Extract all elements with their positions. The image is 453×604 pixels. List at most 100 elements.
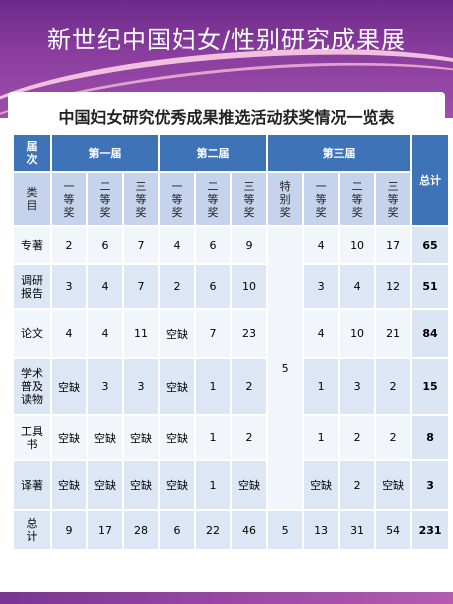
award-level-header: 一等奖: [302, 171, 341, 227]
row-category-label: 专著: [21, 238, 43, 252]
award-level-label: 二等奖: [99, 179, 111, 219]
totals-cell: 28: [121, 509, 161, 551]
row-total: 15: [410, 357, 451, 416]
grand-total: 231: [410, 509, 451, 551]
totals-row: 总计 9 17 28 6 22 46 5 13 31 54 231: [12, 509, 451, 551]
table-row: 专著 2 6 7 4 6 9 5 4 10 17 65: [12, 225, 451, 511]
table-cell: 空缺: [374, 459, 413, 511]
special-award-cell: 5: [266, 225, 305, 511]
footer-bar: [0, 592, 453, 604]
award-level-label: 三等奖: [387, 179, 399, 219]
table-cell: 空缺: [158, 357, 197, 416]
table-cell: 7: [121, 225, 161, 265]
totals-cell: 54: [374, 509, 413, 551]
award-level-header: 三等奖: [374, 171, 413, 227]
totals-cell: 22: [194, 509, 233, 551]
table-cell: 3: [121, 357, 161, 416]
table-cell: 3: [302, 263, 341, 310]
edition-header: 第三届: [266, 133, 413, 173]
category-label: 类目: [26, 186, 38, 212]
award-level-header: 三等奖: [230, 171, 269, 227]
award-level-header: 特别奖: [266, 171, 305, 227]
table-cell: 23: [230, 308, 269, 359]
award-level-header: 一等奖: [158, 171, 197, 227]
row-total: 65: [410, 225, 451, 265]
award-level-label: 三等奖: [135, 179, 147, 219]
award-level-header: 三等奖: [121, 171, 161, 227]
row-category: 论文: [12, 308, 52, 359]
table-cell: 1: [302, 414, 341, 461]
row-category: 专著: [12, 225, 52, 265]
award-level-header: 二等奖: [194, 171, 233, 227]
edition-header: 第一届: [49, 133, 161, 173]
table-cell: 1: [302, 357, 341, 416]
row-category: 学术普及读物: [12, 357, 52, 416]
awards-table: 届次 第一届 第二届 第三届 总计 类目 一等奖 二等奖 三等奖 一等奖 二等奖 三等奖 特…: [12, 133, 451, 551]
table-cell: 2: [50, 225, 88, 265]
table-cell: 17: [374, 225, 413, 265]
table-cell: 空缺: [230, 459, 269, 511]
table-title: 中国妇女研究优秀成果推选活动获奖情况一览表: [58, 108, 395, 127]
totals-cell: 46: [230, 509, 269, 551]
table-cell: 1: [194, 357, 233, 416]
table-cell: 空缺: [121, 459, 161, 511]
table-cell: 7: [121, 263, 161, 310]
row-category: 工具书: [12, 414, 52, 461]
edition-header: 第二届: [158, 133, 269, 173]
table-row: 译著 空缺 空缺 空缺 空缺 1 空缺 空缺 2 空缺 3: [12, 459, 451, 511]
table-cell: 空缺: [302, 459, 341, 511]
table-cell: 7: [194, 308, 233, 359]
totals-cell: 9: [50, 509, 88, 551]
table-cell: 1: [194, 459, 233, 511]
table-cell: 4: [302, 225, 341, 265]
table-cell: 6: [194, 263, 233, 310]
row-total: 3: [410, 459, 451, 511]
table-cell: 2: [230, 357, 269, 416]
table-cell: 10: [230, 263, 269, 310]
award-level-header: 一等奖: [50, 171, 88, 227]
table-cell: 4: [86, 308, 124, 359]
award-level-label: 二等奖: [351, 179, 363, 219]
table-cell: 空缺: [50, 357, 88, 416]
table-cell: 2: [158, 263, 197, 310]
row-total: 84: [410, 308, 451, 359]
row-category-label: 工具书: [21, 424, 43, 451]
table-cell: 空缺: [86, 414, 124, 461]
row-category-label: 学术普及读物: [21, 367, 43, 406]
table-cell: 空缺: [158, 414, 197, 461]
row-category-label: 论文: [21, 327, 43, 340]
table-cell: 3: [338, 357, 377, 416]
row-category: 调研报告: [12, 263, 52, 310]
table-cell: 4: [86, 263, 124, 310]
award-level-label: 二等奖: [207, 179, 219, 219]
row-category-label: 调研报告: [21, 273, 43, 300]
totals-cell: 13: [302, 509, 341, 551]
table-cell: 21: [374, 308, 413, 359]
totals-cell: 5: [266, 509, 305, 551]
corner-header: 届次: [12, 133, 52, 173]
page-title: 新世纪中国妇女/性别研究成果展: [46, 26, 407, 54]
table-cell: 空缺: [86, 459, 124, 511]
award-level-label: 三等奖: [243, 179, 255, 219]
totals-label-text: 总计: [26, 517, 38, 543]
table-row: 调研报告 3 4 7 2 6 10 3 4 12 51: [12, 263, 451, 310]
table-cell: 9: [230, 225, 269, 265]
row-total: 8: [410, 414, 451, 461]
table-cell: 10: [338, 225, 377, 265]
award-level-header: 二等奖: [86, 171, 124, 227]
table-cell: 4: [158, 225, 197, 265]
table-cell: 10: [338, 308, 377, 359]
totals-cell: 17: [86, 509, 124, 551]
table-cell: 6: [194, 225, 233, 265]
table-cell: 2: [230, 414, 269, 461]
table-cell: 空缺: [50, 459, 88, 511]
table-cell: 2: [338, 459, 377, 511]
table-cell: 11: [121, 308, 161, 359]
table-row: 学术普及读物 空缺 3 3 空缺 1 2 1 3 2 15: [12, 357, 451, 416]
totals-cell: 6: [158, 509, 197, 551]
table-cell: 2: [374, 357, 413, 416]
table-cell: 6: [86, 225, 124, 265]
table-cell: 3: [50, 263, 88, 310]
totals-cell: 31: [338, 509, 377, 551]
table-cell: 空缺: [50, 414, 88, 461]
